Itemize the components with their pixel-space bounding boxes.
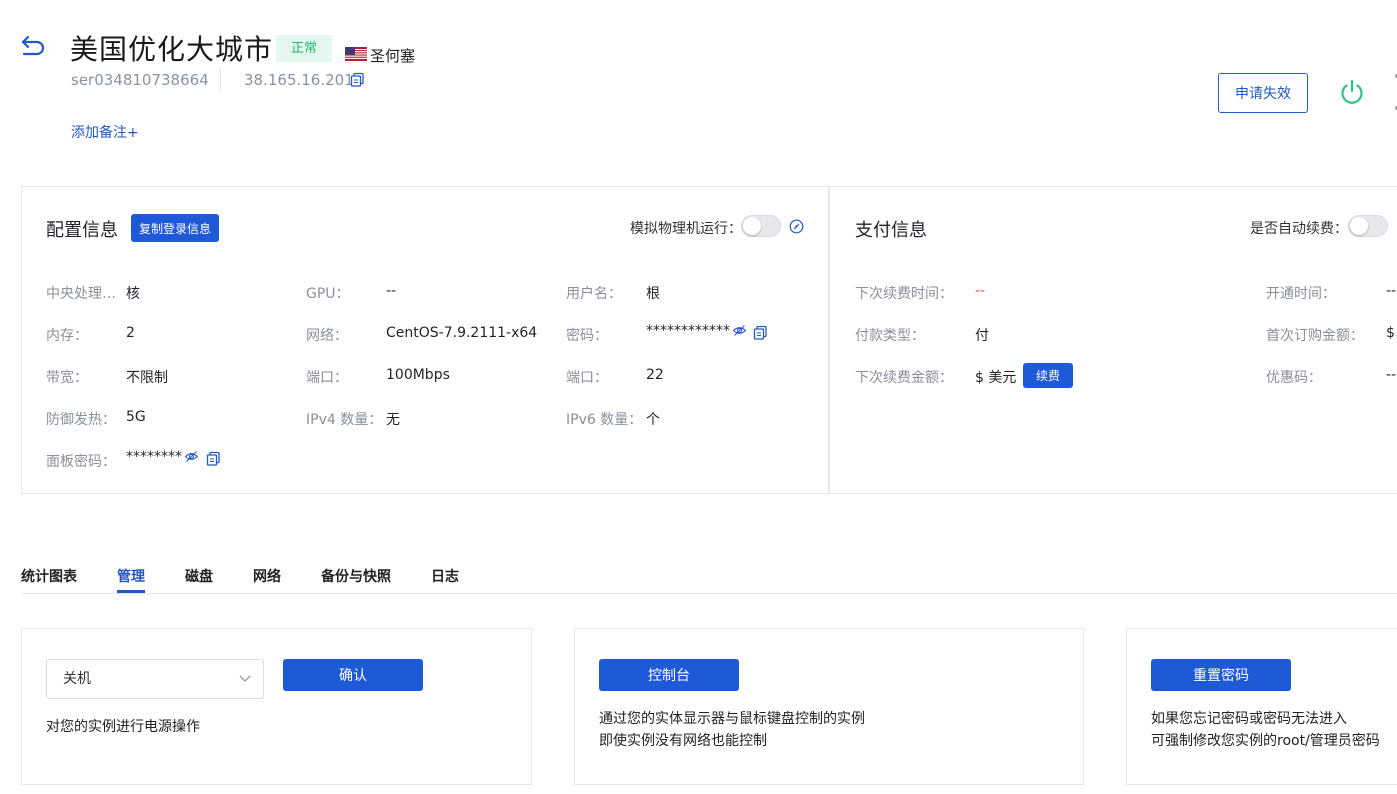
bandwidth-value: 不限制	[126, 370, 168, 386]
toggle-knob	[1350, 217, 1368, 235]
renew-button[interactable]: 续费	[1023, 363, 1073, 388]
add-note-link[interactable]: 添加备注+	[71, 122, 139, 142]
password-label: 密码：	[566, 328, 608, 344]
port-value: 100Mbps	[386, 367, 450, 383]
power-action-select[interactable]: 关机	[46, 659, 264, 699]
server-id: ser034810738664	[71, 71, 209, 89]
page-title: 美国优化大城市	[70, 33, 274, 66]
coupon-label: 优惠码：	[1266, 370, 1322, 386]
ipv4-count-label: IPv4 数量：	[306, 412, 383, 428]
active-tab-indicator	[117, 590, 145, 593]
tab-network[interactable]: 网络	[253, 566, 281, 586]
server-ip: 38.165.16.201	[244, 71, 354, 89]
eye-hidden-icon[interactable]	[732, 323, 747, 338]
power-select-value: 关机	[63, 671, 91, 687]
port-label: 端口：	[306, 370, 348, 386]
network-label: 网络：	[306, 328, 348, 344]
toggle-knob	[743, 217, 761, 235]
back-arrow-icon[interactable]	[20, 34, 46, 56]
divider	[220, 68, 221, 91]
memory-label: 内存：	[46, 328, 88, 344]
reset-password-button[interactable]: 重置密码	[1151, 659, 1291, 691]
simulate-physical-toggle[interactable]	[741, 215, 781, 237]
reset-desc-line1: 如果您忘记密码或密码无法进入	[1151, 711, 1347, 727]
open-time-value: --	[1386, 283, 1397, 299]
gpu-value: --	[386, 283, 397, 299]
tab-disk[interactable]: 磁盘	[185, 566, 213, 586]
next-renew-time-value: --	[975, 283, 986, 299]
network-value: CentOS-7.9.2111-x64	[386, 325, 538, 341]
username-value: 根	[646, 286, 660, 302]
request-invalidate-button[interactable]: 申请失效	[1218, 73, 1308, 113]
copy-icon[interactable]	[753, 325, 768, 340]
payment-type-label: 付款类型：	[855, 328, 925, 344]
confirm-button[interactable]: 确认	[283, 659, 423, 691]
tab-stats-charts[interactable]: 统计图表	[21, 566, 77, 586]
ssh-port-value: 22	[646, 367, 664, 383]
next-renew-amount-label: 下次续费金额：	[855, 370, 953, 386]
password-value: ************	[646, 323, 730, 339]
memory-value: 2	[126, 325, 135, 341]
eye-hidden-icon[interactable]	[184, 449, 199, 464]
reset-desc-line2: 可强制修改您实例的root/管理员密码	[1151, 733, 1380, 749]
console-desc-line1: 通过您的实体显示器与鼠标键盘控制的实例	[599, 711, 865, 727]
config-info-card: 配置信息 复制登录信息 模拟物理机运行： 中央处理… 核 GPU： -- 用户名…	[21, 186, 829, 494]
power-panel-description: 对您的实例进行电源操作	[46, 719, 200, 735]
open-time-label: 开通时间：	[1266, 286, 1336, 302]
location-label: 圣何塞	[370, 47, 416, 65]
ssh-port-label: 端口：	[566, 370, 608, 386]
reset-password-panel: 重置密码 如果您忘记密码或密码无法进入 可强制修改您实例的root/管理员密码	[1126, 628, 1397, 785]
auto-renew-label: 是否自动续费：	[1250, 221, 1348, 237]
defense-label: 防御发热：	[46, 412, 116, 428]
chevron-down-icon	[239, 660, 251, 713]
username-label: 用户名：	[566, 286, 622, 302]
copy-icon[interactable]	[350, 72, 365, 87]
panel-password-value: ********	[126, 449, 182, 465]
first-order-amount-value: $	[1386, 325, 1395, 341]
tab-bar: 统计图表 管理 磁盘 网络 备份与快照 日志	[21, 560, 1397, 594]
us-flag-icon	[345, 46, 367, 61]
simulate-physical-label: 模拟物理机运行：	[630, 221, 742, 237]
config-card-title: 配置信息	[46, 220, 118, 241]
ipv6-count-label: IPv6 数量：	[566, 412, 643, 428]
gpu-label: GPU：	[306, 286, 350, 302]
next-renew-amount-value: $ 美元	[975, 370, 1017, 386]
tab-logs[interactable]: 日志	[431, 566, 459, 586]
more-menu-icon[interactable]	[1392, 70, 1397, 115]
cpu-label: 中央处理…	[46, 286, 116, 302]
console-button[interactable]: 控制台	[599, 659, 739, 691]
payment-info-card: 支付信息 是否自动续费： 下次续费时间： -- 开通时间： -- 付款类型： 付…	[829, 186, 1397, 494]
power-panel: 关机 确认 对您的实例进行电源操作	[21, 628, 532, 785]
defense-value: 5G	[126, 409, 146, 425]
tab-backup-snapshot[interactable]: 备份与快照	[321, 566, 391, 586]
first-order-amount-label: 首次订购金额：	[1266, 328, 1364, 344]
help-icon[interactable]	[789, 219, 804, 234]
payment-type-value: 付	[975, 328, 989, 344]
ipv4-count-value: 无	[386, 412, 400, 428]
bandwidth-label: 带宽：	[46, 370, 88, 386]
panel-password-label: 面板密码：	[46, 454, 116, 470]
payment-card-title: 支付信息	[855, 220, 927, 241]
status-badge: 正常	[276, 35, 333, 62]
power-icon[interactable]	[1338, 78, 1366, 106]
copy-icon[interactable]	[206, 451, 221, 466]
console-desc-line2: 即使实例没有网络也能控制	[599, 733, 767, 749]
tab-manage[interactable]: 管理	[117, 566, 145, 586]
copy-login-info-button[interactable]: 复制登录信息	[131, 214, 219, 242]
coupon-value: --	[1386, 367, 1397, 383]
auto-renew-toggle[interactable]	[1348, 215, 1388, 237]
ipv6-count-value: 个	[646, 412, 660, 428]
next-renew-time-label: 下次续费时间：	[855, 286, 953, 302]
console-panel: 控制台 通过您的实体显示器与鼠标键盘控制的实例 即使实例没有网络也能控制	[574, 628, 1084, 785]
cpu-value: 核	[126, 286, 140, 302]
